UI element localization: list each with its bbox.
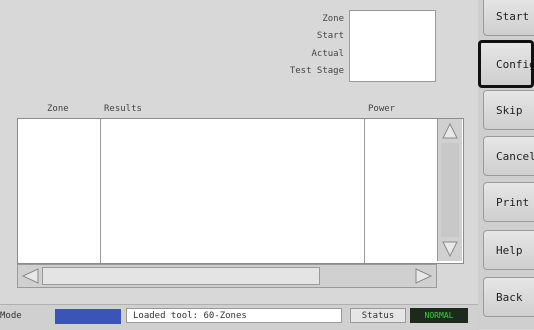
skip-button[interactable]: Skip [483,90,534,130]
test-stage-label: Test Stage [289,66,344,76]
scroll-left-icon[interactable] [20,266,40,286]
actual-label: Actual [311,49,344,59]
column-divider [364,119,365,263]
zone-info-box [349,10,436,82]
scroll-down-icon[interactable] [441,239,459,259]
status-value: NORMAL [410,308,468,323]
back-button[interactable]: Back [483,277,534,317]
scrollbar-thumb[interactable] [42,267,320,285]
column-divider [100,119,101,263]
scrollbar-track[interactable] [441,143,459,237]
scroll-up-icon[interactable] [441,121,459,141]
status-label: Status [350,308,406,323]
scroll-right-icon[interactable] [414,266,434,286]
column-header-zone: Zone [47,104,69,114]
status-bar: Mode Loaded tool: 60-Zones Status NORMAL [0,304,478,330]
mode-label: Mode [0,311,22,321]
status-message: Loaded tool: 60-Zones [126,308,342,323]
print-button[interactable]: Print [483,182,534,222]
mode-indicator [55,309,121,324]
start-label: Start [316,31,344,41]
vertical-scrollbar[interactable] [437,119,462,261]
start-button[interactable]: Start [483,0,534,36]
cancel-button[interactable]: Cancel [483,136,534,176]
results-table[interactable] [17,118,464,264]
horizontal-scrollbar[interactable] [17,264,437,288]
help-button[interactable]: Help [483,230,534,270]
config-button[interactable]: Config [478,40,534,88]
zone-label: Zone [322,14,344,24]
column-header-power: Power [368,104,396,114]
column-header-results: Results [104,104,142,114]
